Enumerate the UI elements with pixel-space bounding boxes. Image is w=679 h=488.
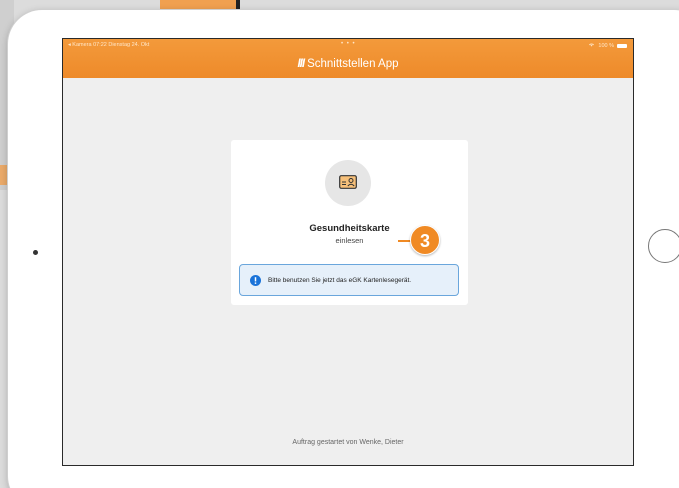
battery-icon [617, 43, 627, 48]
info-message-box: Bitte benutzen Sie jetzt das eGK Kartenl… [239, 264, 459, 296]
footer-status-text: Auftrag gestartet von Wenke, Dieter [292, 439, 404, 446]
battery-percent: 100 % [598, 42, 614, 49]
callout-badge: 3 [410, 225, 440, 255]
health-card-panel: Gesundheitskarte einlesen Bitte benutzen… [231, 140, 468, 305]
icon-circle [325, 160, 371, 206]
info-message-text: Bitte benutzen Sie jetzt das eGK Kartenl… [268, 276, 412, 284]
app-logo-icon: III [297, 58, 305, 70]
home-button[interactable] [648, 229, 679, 263]
info-icon [250, 274, 261, 286]
wifi-icon [588, 42, 595, 49]
app-title: III Schnittstellen App [63, 58, 633, 70]
status-bar-left: ◂ Kamera 07:22 Dienstag 24. Okt [68, 42, 150, 48]
app-header: ◂ Kamera 07:22 Dienstag 24. Okt • • • 10… [63, 39, 633, 78]
background-scene: ◂ Kamera 07:22 Dienstag 24. Okt • • • 10… [0, 0, 679, 488]
status-bar-right: 100 % [588, 42, 627, 49]
app-title-text: Schnittstellen App [307, 58, 399, 70]
camera-dot [33, 250, 38, 255]
app-screen: ◂ Kamera 07:22 Dienstag 24. Okt • • • 10… [62, 38, 634, 466]
status-bar-dots: • • • [341, 41, 356, 47]
id-card-icon [339, 175, 357, 189]
